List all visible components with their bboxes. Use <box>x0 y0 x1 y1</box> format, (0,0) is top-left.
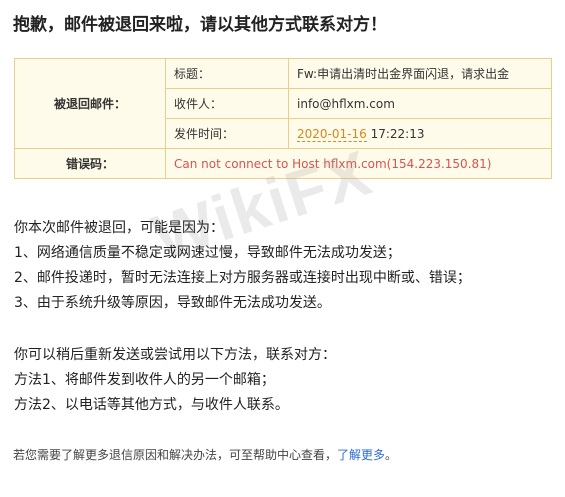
reasons-intro: 你本次邮件被退回，可能是因为： <box>14 220 224 236</box>
suggestion-item: 方法2、以电话等其他方式，与收件人联系。 <box>14 397 289 413</box>
error-value: Can not connect to Host hflxm.com(154.22… <box>165 148 552 179</box>
sent-time-value: 2020-01-16 17:22:13 <box>288 118 552 149</box>
reason-item: 1、网络通信质量不稳定或网速过慢，导致邮件无法成功发送； <box>14 245 401 261</box>
learn-more-link[interactable]: 了解更多 <box>337 448 385 462</box>
sent-date: 2020-01-16 <box>297 126 367 142</box>
sent-time: 17:22:13 <box>370 126 425 141</box>
help-footer: 若您需要了解更多退信原因和解决办法，可至帮助中心查看，了解更多。 <box>13 446 397 463</box>
page-title: 抱歉，邮件被退回来啦，请以其他方式联系对方！ <box>13 15 387 35</box>
help-footer-end: 。 <box>385 448 398 462</box>
suggestions-intro: 你可以稍后重新发送或尝试用以下方法，联系对方： <box>14 347 336 363</box>
reason-item: 2、邮件投递时，暂时无法连接上对方服务器或连接时出现中断或、错误； <box>14 270 471 286</box>
bounced-mail-label: 被退回邮件： <box>14 58 166 149</box>
help-footer-text: 若您需要了解更多退信原因和解决办法，可至帮助中心查看， <box>13 448 338 462</box>
suggestion-item: 方法1、将邮件发到收件人的另一个邮箱； <box>14 372 275 388</box>
recipient-value: info@hflxm.com <box>288 88 552 119</box>
sent-time-label: 发件时间： <box>165 118 289 149</box>
bounce-info-table: 被退回邮件： 标题： Fw:申请出清时出金界面闪退，请求出金 收件人： info… <box>14 58 552 179</box>
subject-label: 标题： <box>165 58 289 89</box>
reason-item: 3、由于系统升级等原因，导致邮件无法成功发送。 <box>14 295 331 311</box>
error-label: 错误码： <box>14 148 166 179</box>
recipient-label: 收件人： <box>165 88 289 119</box>
subject-value: Fw:申请出清时出金界面闪退，请求出金 <box>288 58 552 89</box>
